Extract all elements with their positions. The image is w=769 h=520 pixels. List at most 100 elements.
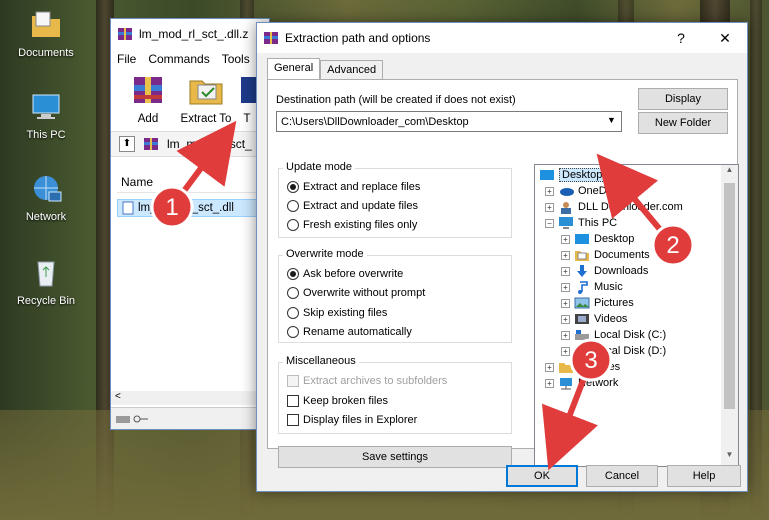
archive-icon <box>144 138 158 150</box>
tree-item-libraries[interactable]: + Libraries <box>545 359 620 375</box>
radio-indicator <box>287 307 299 319</box>
scroll-thumb[interactable] <box>724 183 735 409</box>
expand-icon[interactable]: + <box>545 362 554 372</box>
tree-item-pc-desktop[interactable]: + Desktop <box>561 231 634 247</box>
tree-label: Documents <box>594 249 650 261</box>
tree-item-downloads[interactable]: + Downloads <box>561 263 648 279</box>
add-archive-icon <box>134 77 162 103</box>
tree-item-desktop[interactable]: Desktop <box>539 167 606 183</box>
help-icon[interactable]: ? <box>659 30 703 46</box>
tree-item-network[interactable]: + Network <box>545 375 618 391</box>
destination-path-input[interactable]: C:\Users\DllDownloader_com\Desktop ▼ <box>276 111 622 132</box>
new-folder-button[interactable]: New Folder <box>638 112 728 134</box>
tree-item-pictures[interactable]: + Pictures <box>561 295 634 311</box>
expand-icon[interactable]: + <box>545 186 554 196</box>
tree-label: Local Disk (D:) <box>594 345 667 357</box>
radio-rename-automatically[interactable]: Rename automatically <box>287 326 412 338</box>
expand-icon[interactable]: + <box>561 234 570 244</box>
onedrive-icon <box>560 188 574 196</box>
radio-indicator <box>287 181 299 193</box>
extract-to-icon <box>189 80 223 105</box>
tree-item-documents[interactable]: + Documents <box>561 247 650 263</box>
extract-to-button[interactable]: Extract To <box>179 73 233 131</box>
radio-skip-existing[interactable]: Skip existing files <box>287 307 387 319</box>
horizontal-scrollbar[interactable]: < <box>111 391 269 405</box>
scroll-up-icon[interactable]: ▲ <box>721 165 738 181</box>
expand-icon[interactable]: + <box>545 202 554 212</box>
folder-tree[interactable]: Desktop + OneDrive + DLL Downloader.com … <box>534 164 739 467</box>
scroll-left-icon[interactable]: < <box>115 391 121 402</box>
tree-item-this-pc[interactable]: − This PC <box>545 215 617 231</box>
desktop-icon-recycle-bin[interactable]: Recycle Bin <box>8 258 84 307</box>
desktop-icon-network[interactable]: Network <box>8 174 84 223</box>
checkbox-extract-to-subfolders: Extract archives to subfolders <box>287 375 447 387</box>
cancel-button[interactable]: Cancel <box>586 465 658 487</box>
up-folder-icon[interactable]: ⬆ <box>119 136 135 152</box>
close-icon[interactable]: ✕ <box>703 30 747 47</box>
winrar-window: lm_mod_rl_sct_.dll.z File Commands Tools… <box>110 18 270 430</box>
tree-label: Downloads <box>594 265 649 277</box>
expand-icon[interactable]: + <box>561 314 570 324</box>
radio-ask-before-overwrite[interactable]: Ask before overwrite <box>287 268 403 280</box>
menu-file[interactable]: File <box>117 52 136 66</box>
tree-scrollbar[interactable]: ▲ ▼ <box>721 165 738 466</box>
file-name: lm_mod_rl_sct_.dll <box>138 202 234 214</box>
radio-fresh-existing[interactable]: Fresh existing files only <box>287 219 417 231</box>
checkbox-indicator <box>287 375 299 387</box>
radio-extract-replace[interactable]: Extract and replace files <box>287 181 420 193</box>
test-button[interactable]: T <box>237 73 257 131</box>
radio-extract-update[interactable]: Extract and update files <box>287 200 418 212</box>
tab-advanced[interactable]: Advanced <box>320 60 384 80</box>
tree-label: Desktop <box>559 168 606 182</box>
tree-item-dlldownloader[interactable]: + DLL Downloader.com <box>545 199 683 215</box>
ok-button[interactable]: OK <box>506 465 578 487</box>
tree-label: OneDrive <box>578 185 625 197</box>
winrar-icon <box>264 32 278 44</box>
file-row[interactable]: lm_mod_rl_sct_.dll <box>117 199 263 217</box>
help-button[interactable]: Help <box>667 465 741 487</box>
network-icon <box>34 176 62 202</box>
winrar-toolbar: Add Extract To T <box>111 69 269 131</box>
checkbox-label: Display files in Explorer <box>303 414 418 426</box>
tree-item-videos[interactable]: + Videos <box>561 311 627 327</box>
checkbox-display-in-explorer[interactable]: Display files in Explorer <box>287 414 417 426</box>
tree-item-local-disk-d[interactable]: + Local Disk (D:) <box>561 343 666 359</box>
tree-item-music[interactable]: + Music <box>561 279 623 295</box>
radio-overwrite-without-prompt[interactable]: Overwrite without prompt <box>287 287 425 299</box>
display-button[interactable]: Display <box>638 88 728 110</box>
menu-tools[interactable]: Tools <box>222 52 250 66</box>
extract-to-button-label: Extract To <box>180 113 232 125</box>
desktop-icon-this-pc[interactable]: This PC <box>8 92 84 141</box>
save-settings-button[interactable]: Save settings <box>278 446 512 468</box>
hard-drive-icon <box>575 330 589 340</box>
scroll-down-icon[interactable]: ▼ <box>721 450 738 466</box>
menu-commands[interactable]: Commands <box>148 52 209 66</box>
expand-icon[interactable]: + <box>561 298 570 308</box>
desktop-icon-documents[interactable]: Documents <box>8 10 84 59</box>
tree-label: Videos <box>594 313 628 325</box>
computer-icon <box>559 217 573 229</box>
add-button[interactable]: Add <box>121 73 175 131</box>
expand-icon[interactable]: + <box>545 378 554 388</box>
expand-icon[interactable]: + <box>561 330 570 340</box>
tree-item-onedrive[interactable]: + OneDrive <box>545 183 624 199</box>
tab-general[interactable]: General <box>267 58 321 80</box>
expand-icon[interactable]: + <box>561 282 570 292</box>
tree-label: Network <box>578 377 619 389</box>
tree-item-local-disk-c[interactable]: + Local Disk (C:) <box>561 327 666 343</box>
expand-icon[interactable]: + <box>561 266 570 276</box>
radio-indicator <box>287 326 299 338</box>
checkbox-label: Keep broken files <box>303 395 388 407</box>
overwrite-mode-group: Overwrite mode Ask before overwrite Over… <box>278 248 512 343</box>
column-header-name[interactable]: Name <box>117 171 269 193</box>
expand-icon[interactable]: + <box>561 346 570 356</box>
miscellaneous-group: Miscellaneous Extract archives to subfol… <box>278 355 512 434</box>
tree-label: Local Disk (C:) <box>594 329 667 341</box>
chevron-down-icon[interactable]: ▼ <box>605 115 618 128</box>
radio-label: Fresh existing files only <box>303 219 418 231</box>
checkbox-keep-broken-files[interactable]: Keep broken files <box>287 395 388 407</box>
collapse-icon[interactable]: − <box>545 218 554 228</box>
hard-drive-icon <box>575 350 589 356</box>
expand-icon[interactable]: + <box>561 250 570 260</box>
checkbox-label: Extract archives to subfolders <box>303 375 448 387</box>
